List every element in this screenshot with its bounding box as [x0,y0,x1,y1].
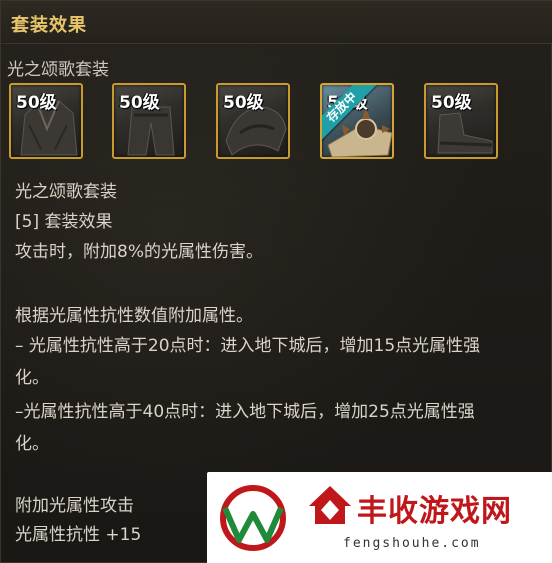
item-level-label: 50级 [223,93,264,113]
watermark-logo-icon [220,485,286,551]
watermark-house-icon [309,486,351,524]
set-item-slot-3[interactable]: 50级 [216,83,290,159]
desc-set-title: 光之颂歌套装 [15,182,117,202]
set-item-slot-5[interactable]: 50级 [424,83,498,159]
set-item-slot-4[interactable]: 50级 存放中 [320,83,394,159]
item-level-label: 50级 [431,93,472,113]
desc-line-2: 根据光属性抗性数值附加属性。 [15,306,253,326]
desc-set-bonus-header: [5] 套装效果 [15,212,113,232]
watermark-site-name: 丰收游戏网 [357,494,512,529]
desc-line-3b: 化。 [15,368,49,388]
site-watermark: 丰收游戏网 fengshouhe.com [207,472,552,563]
tooltip-title: 套装效果 [11,15,87,36]
desc-line-4b: 化。 [15,434,49,454]
desc-line-3a: – 光属性抗性高于20点时：进入地下城后，增加15点光属性强 [15,336,481,356]
desc-line-1: 攻击时，附加8%的光属性伤害。 [15,242,263,262]
set-name: 光之颂歌套装 [7,60,109,80]
set-item-slot-1[interactable]: 50级 [9,83,83,159]
tooltip-header: 套装效果 [1,1,552,44]
desc-line-5: 附加光属性攻击 [15,496,134,516]
desc-line-6: 光属性抗性 +15 [15,525,142,545]
desc-line-4a: –光属性抗性高于40点时：进入地下城后，增加25点光属性强 [15,402,475,422]
watermark-domain: fengshouhe.com [343,536,481,551]
item-level-label: 50级 [16,93,57,113]
item-level-label: 50级 [119,93,160,113]
set-item-slot-2[interactable]: 50级 [112,83,186,159]
